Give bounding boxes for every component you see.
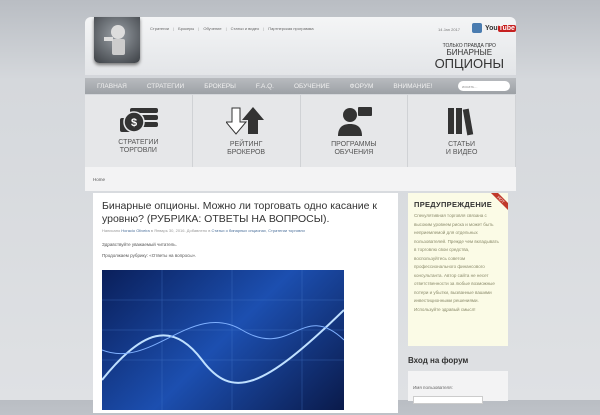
page: Стратегии | Брокеры | Обучение | Статьи и в… (85, 17, 516, 413)
youtube-icon[interactable]: YouTube (485, 24, 516, 32)
warning-widget: HOT ПРЕДУПРЕЖДЕНИЕ Спекулятивная торговл… (408, 193, 508, 346)
up-down-arrows-icon (226, 107, 265, 135)
username-input[interactable] (413, 396, 483, 404)
tile-label: ПРОГРАММЫ (331, 141, 377, 148)
tagline: ТОЛЬКО ПРАВДА ПРО БИНАРНЫЕ ОПЦИОНЫ (434, 44, 504, 71)
post-paragraph: Здравствуйте уважаемый читатель. (102, 242, 177, 248)
meta-text: Написано (102, 228, 122, 234)
nav-item[interactable]: СТРАТЕГИИ (147, 83, 184, 90)
nav-item[interactable]: ОБУЧЕНИЕ (294, 83, 330, 90)
tagline-line: ОПЦИОНЫ (434, 56, 504, 71)
nav-item[interactable]: БРОКЕРЫ (204, 83, 236, 90)
tile-articles[interactable]: СТАТЬИ И ВИДЕО (408, 95, 516, 167)
skype-icon[interactable] (472, 23, 482, 33)
toplink[interactable]: Брокеры (178, 26, 194, 31)
date: 14 Jan 2017 (438, 27, 461, 32)
post-meta: Написано Horacio Oliveira в Январь 30, 2… (102, 228, 305, 234)
books-icon (447, 108, 473, 136)
tile-rating[interactable]: РЕЙТИНГ БРОКЕРОВ (193, 95, 301, 167)
category-link[interactable]: Стратегии торговли (268, 228, 305, 233)
tile-label: РЕЙТИНГ (229, 141, 263, 148)
nav-item[interactable]: ГЛАВНАЯ (97, 83, 127, 90)
forum-login-form: Имя пользователя: (408, 371, 508, 404)
main-nav: ГЛАВНАЯ СТРАТЕГИИ БРОКЕРЫ F.A.Q. ОБУЧЕНИ… (85, 78, 516, 94)
site-logo[interactable] (94, 17, 140, 63)
nav-item[interactable]: ВНИМАНИЕ! (393, 83, 432, 90)
tile-label: БРОКЕРОВ (227, 148, 266, 156)
top-links: Стратегии | Брокеры | Обучение | Статьи и в… (150, 26, 314, 31)
search-input[interactable]: искать... (458, 81, 510, 91)
header: Стратегии | Брокеры | Обучение | Статьи и в… (85, 17, 516, 75)
nav-item[interactable]: ФОРУМ (350, 83, 374, 90)
post-paragraph: Продолжаем рубрику: «Ответы на вопросы». (102, 253, 197, 259)
svg-text:$: $ (131, 117, 137, 129)
warning-title: ПРЕДУПРЕЖДЕНИЕ (414, 200, 493, 209)
sidebar: HOT ПРЕДУПРЕЖДЕНИЕ Спекулятивная торговл… (408, 193, 508, 404)
teacher-icon (337, 107, 372, 136)
nav-item[interactable]: F.A.Q. (256, 83, 274, 90)
tile-label: ТОРГОВЛИ (119, 146, 157, 154)
tile-label: И ВИДЕО (445, 148, 478, 156)
coins-dollar-icon: $ (120, 108, 159, 133)
meta-text: в Январь 30, 2016. Добавлено в (149, 228, 212, 234)
post-image-chart (101, 270, 345, 410)
toplink[interactable]: Статьи и видео (231, 26, 260, 31)
tile-label: ОБУЧЕНИЯ (334, 148, 374, 156)
author-link[interactable]: Horacio Oliveira (121, 228, 149, 233)
tile-education[interactable]: ПРОГРАММЫ ОБУЧЕНИЯ (301, 95, 409, 167)
feature-tiles: $ СТРАТЕГИИ ТОРГОВЛИ РЕЙТИНГ БРОКЕРОВ ПРОГ… (85, 95, 516, 167)
post: Бинарные опционы. Можно ли торговать одн… (93, 193, 398, 413)
forum-login-title: Вход на форум (408, 356, 469, 365)
tile-label: СТРАТЕГИИ (118, 139, 159, 146)
category-link[interactable]: Статьи о бинарных опционах (212, 228, 266, 233)
post-title[interactable]: Бинарные опционы. Можно ли торговать одн… (102, 200, 389, 225)
breadcrumb-home[interactable]: Home (93, 177, 105, 182)
toplink[interactable]: Стратегии (150, 26, 169, 31)
warning-text: Спекулятивная торговля связана с высоким… (414, 213, 499, 313)
tile-label: СТАТЬИ (448, 141, 476, 148)
toplink[interactable]: Партнерская программа (268, 26, 313, 31)
tile-strategies[interactable]: $ СТРАТЕГИИ ТОРГОВЛИ (85, 95, 193, 167)
breadcrumb: Home (85, 167, 516, 191)
toplink[interactable]: Обучение (203, 26, 221, 31)
username-label: Имя пользователя: (413, 385, 453, 390)
